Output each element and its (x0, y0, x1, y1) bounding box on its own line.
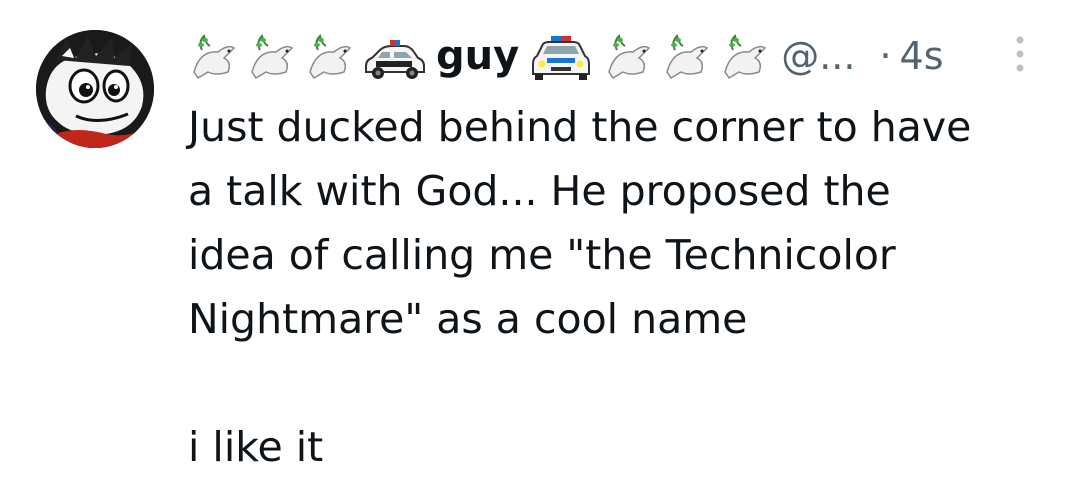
tweet[interactable]: guy @... · 4s Just ducked behind the cor… (0, 0, 1080, 491)
dove-icon (304, 32, 356, 84)
dove-icon (188, 32, 240, 84)
display-name[interactable]: guy (436, 33, 519, 79)
dove-icon (246, 32, 298, 84)
more-vertical-icon[interactable] (1006, 32, 1034, 76)
tweet-text-line: Nightmare" as a cool name (188, 295, 748, 343)
timestamp[interactable]: 4s (900, 34, 944, 78)
tweet-text-line: Just ducked behind the corner to have (188, 103, 972, 151)
separator-dot: · (879, 34, 892, 78)
dove-icon (719, 32, 771, 84)
police-car-front-icon (529, 32, 593, 84)
user-handle[interactable]: @... (781, 34, 855, 78)
tweet-text-line: idea of calling me "the Technicolor (188, 231, 896, 279)
police-car-icon (362, 32, 426, 84)
dove-icon (661, 32, 713, 84)
tweet-text: Just ducked behind the corner to have a … (188, 95, 1058, 479)
avatar[interactable] (36, 30, 154, 148)
tweet-header: guy @... · 4s (188, 26, 944, 90)
cartoon-avatar-icon (36, 30, 154, 148)
dove-icon (603, 32, 655, 84)
tweet-text-line: i like it (188, 423, 324, 471)
tweet-text-line: a talk with God... He proposed the (188, 167, 891, 215)
